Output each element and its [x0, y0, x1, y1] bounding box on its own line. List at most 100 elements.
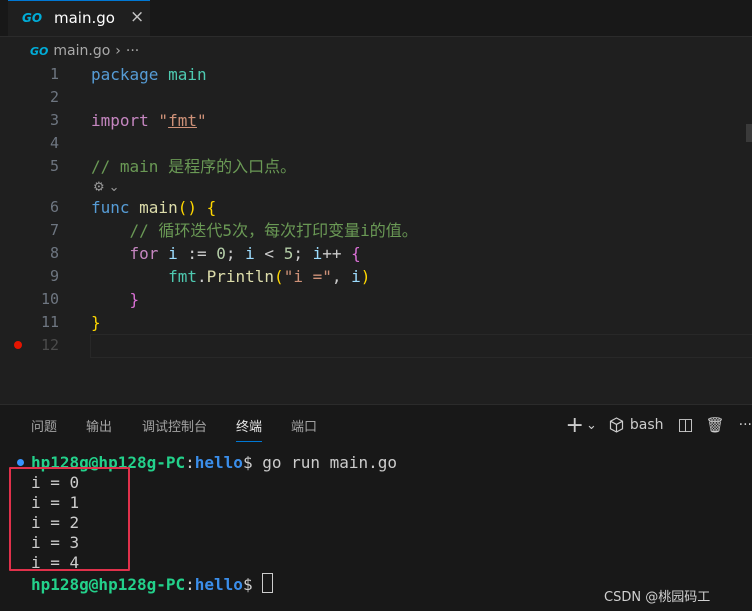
code-line: 8 for i := 0; i < 5; i++ {: [0, 242, 752, 265]
editor-tab-bar: GO main.go ×: [0, 0, 752, 37]
tab-main-go[interactable]: GO main.go ×: [8, 0, 150, 36]
line-number: 8: [49, 244, 59, 262]
token-bracket: ): [360, 267, 371, 286]
code-line: 7 // 循环迭代5次，每次打印变量i的值。: [0, 219, 752, 242]
token-string: ": [148, 111, 169, 130]
code-text: package main: [91, 63, 207, 86]
token-variable: i: [312, 244, 323, 263]
token-function: main: [129, 198, 178, 217]
token-punct: ,: [331, 267, 352, 286]
prompt-path: hello: [194, 453, 243, 472]
token-variable: i: [245, 244, 255, 263]
token-punct: .: [196, 267, 207, 286]
token-bracket: (: [274, 267, 284, 286]
token-operator: :=: [177, 244, 217, 263]
panel-tab-bar: 问题 输出 调试控制台 终端 端口 + ⌄ bash ◫ 🗑 ···: [0, 405, 752, 445]
code-text: fmt.Println("i =", i): [91, 265, 370, 288]
token-variable: i: [158, 244, 178, 263]
code-line: 1 package main: [0, 63, 752, 86]
token-function: Println: [206, 267, 275, 286]
terminal-prompt-line: hp128g@hp128g-PC:hello$: [31, 573, 274, 595]
line-number: 4: [49, 134, 59, 152]
code-line: 2: [0, 86, 752, 109]
chevron-down-icon[interactable]: ⌄: [109, 180, 120, 195]
chevron-down-icon[interactable]: ⌄: [586, 418, 597, 433]
code-text: func main() {: [91, 196, 216, 219]
token-keyword: func: [91, 198, 130, 217]
split-terminal-icon[interactable]: ◫: [678, 415, 694, 435]
code-line: 4: [0, 132, 752, 155]
code-line: 9 fmt.Println("i =", i): [0, 265, 752, 288]
token-punct: ;: [225, 244, 246, 263]
prompt-dollar: $: [242, 575, 263, 594]
token-bracket: (): [177, 198, 197, 217]
breadcrumb-more[interactable]: ···: [126, 43, 139, 59]
line-number: 12: [40, 336, 59, 354]
line-number: 2: [49, 88, 59, 106]
code-text: for i := 0; i < 5; i++ {: [91, 242, 361, 265]
tab-debug-console[interactable]: 调试控制台: [142, 416, 207, 435]
code-line: 5 // main 是程序的入口点。: [0, 155, 752, 178]
terminal-cursor: [262, 573, 274, 593]
panel-actions: + ⌄ bash ◫ 🗑 ···: [566, 413, 752, 438]
token-string: ": [196, 111, 207, 130]
command-decoration-icon[interactable]: [17, 459, 24, 466]
terminal-command: go run main.go: [262, 453, 398, 472]
token-import-path: fmt: [168, 111, 197, 130]
token-variable: i: [351, 267, 361, 286]
token-keyword: package: [91, 65, 159, 84]
cube-icon: [609, 417, 623, 433]
token-operator: ++: [322, 244, 342, 263]
prompt-user: hp128g@hp128g-PC: [31, 575, 186, 594]
go-file-icon: GO: [30, 44, 49, 58]
line-number: 10: [40, 290, 59, 308]
prompt-dollar: $: [242, 453, 263, 472]
terminal-shell-selector[interactable]: bash: [609, 417, 664, 433]
line-number: 5: [49, 157, 59, 175]
token-number: 0: [216, 244, 226, 263]
line-number: 11: [40, 313, 59, 331]
close-icon[interactable]: ×: [130, 7, 144, 27]
add-terminal-icon[interactable]: +: [566, 413, 584, 438]
code-line: 10 }: [0, 288, 752, 311]
shell-name: bash: [629, 417, 664, 433]
line-number: 3: [49, 111, 59, 129]
token-keyword: for: [129, 244, 159, 263]
code-text: import "fmt": [91, 109, 207, 132]
code-line: 3 import "fmt": [0, 109, 752, 132]
token-punct: ;: [293, 244, 313, 263]
token-keyword: import: [91, 111, 149, 130]
prompt-colon: :: [185, 453, 195, 472]
code-line: 11 }: [0, 311, 752, 334]
tab-terminal[interactable]: 终端: [236, 416, 263, 442]
watermark: CSDN @桃园码工: [604, 590, 711, 605]
trash-icon[interactable]: 🗑: [706, 416, 725, 434]
breadcrumb: GO main.go › ···: [30, 40, 139, 62]
line-number: 7: [49, 221, 59, 239]
prompt-colon: :: [185, 575, 195, 594]
token-comment: // main 是程序的入口点。: [91, 157, 297, 176]
token-package: fmt: [168, 267, 197, 286]
go-file-icon: GO: [22, 11, 43, 25]
codelens[interactable]: ⚙ ⌄: [93, 178, 120, 196]
token-string: "i =": [283, 267, 332, 286]
tab-title: main.go: [54, 9, 115, 27]
token-comment: // 循环迭代5次，每次打印变量i的值。: [91, 221, 418, 240]
sparkle-icon[interactable]: ⚙: [93, 180, 105, 195]
prompt-path: hello: [194, 575, 243, 594]
tab-problems[interactable]: 问题: [31, 416, 57, 435]
chevron-right-icon: ›: [115, 43, 121, 59]
tab-output[interactable]: 输出: [86, 416, 112, 435]
line-number: 6: [49, 198, 59, 216]
token-bracket: {: [341, 244, 361, 263]
code-text: }: [91, 288, 140, 311]
more-actions-icon[interactable]: ···: [739, 417, 752, 433]
line-number: 1: [49, 65, 59, 83]
breadcrumb-file[interactable]: main.go: [53, 43, 110, 59]
token-number: 5: [283, 244, 294, 263]
annotation-highlight-box: [9, 467, 130, 571]
tab-ports[interactable]: 端口: [291, 416, 317, 435]
code-editor[interactable]: 1 package main 2 3 import "fmt" 4 5 // m…: [0, 62, 752, 402]
